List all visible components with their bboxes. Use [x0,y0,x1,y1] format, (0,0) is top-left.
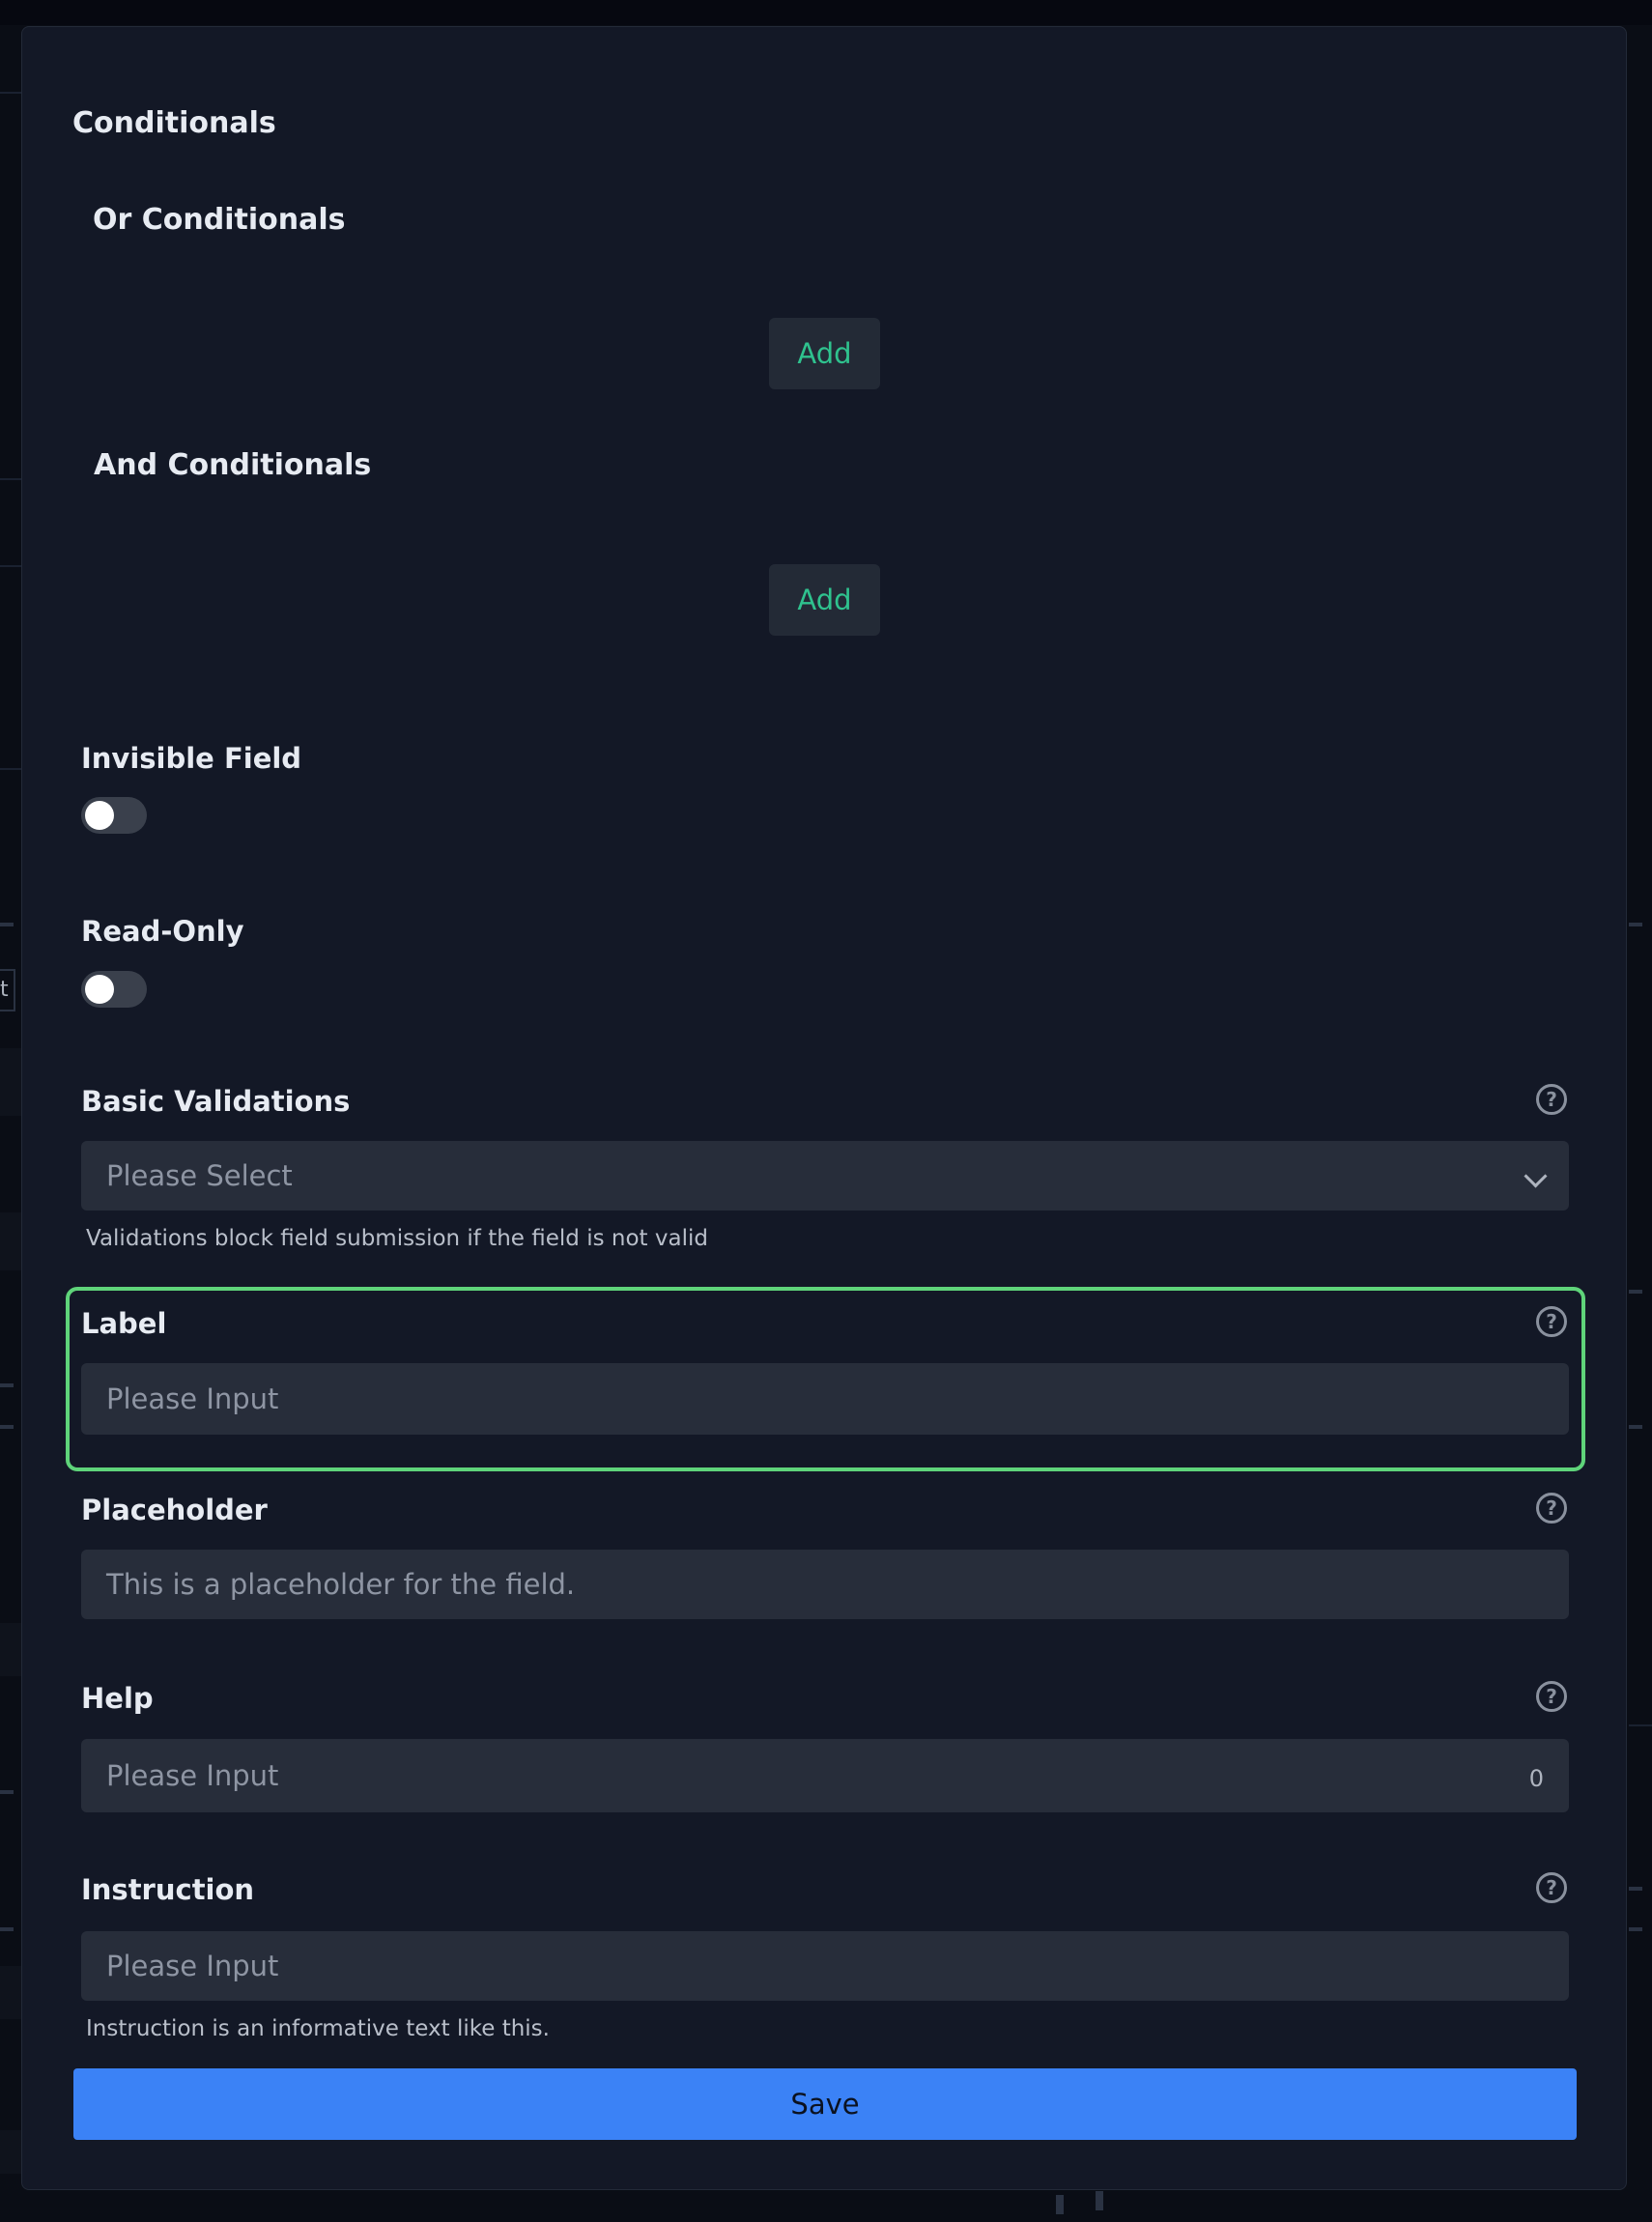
help-icon[interactable]: ? [1536,1872,1567,1903]
add-and-conditional-button[interactable]: Add [769,564,880,636]
help-icon[interactable]: ? [1536,1306,1567,1337]
background-fragment: t [0,969,15,1011]
placeholder-input-value: This is a placeholder for the field. [106,1568,576,1601]
label-input[interactable]: Please Input [81,1363,1569,1435]
instruction-input[interactable]: Please Input [81,1931,1569,2001]
label-field-label: Label [81,1307,167,1340]
or-conditionals-title: Or Conditionals [93,203,346,237]
instruction-field-label: Instruction [81,1873,255,1906]
field-settings-modal: Conditionals Or Conditionals Add And Con… [21,26,1627,2190]
basic-validations-select[interactable]: Please Select [81,1141,1569,1211]
save-button[interactable]: Save [73,2068,1577,2140]
basic-validations-label: Basic Validations [81,1085,351,1118]
help-input[interactable]: Please Input 0 [81,1739,1569,1812]
toggle-knob [85,975,114,1004]
read-only-toggle[interactable] [81,971,147,1008]
placeholder-field-label: Placeholder [81,1494,268,1526]
select-value: Please Select [106,1159,293,1192]
help-icon[interactable]: ? [1536,1681,1567,1712]
help-icon[interactable]: ? [1536,1493,1567,1524]
placeholder-input[interactable]: This is a placeholder for the field. [81,1550,1569,1619]
help-input-placeholder: Please Input [106,1759,279,1792]
conditionals-title: Conditionals [72,106,276,140]
character-counter: 0 [1528,1765,1544,1792]
toggle-knob [85,801,114,830]
add-or-conditional-button[interactable]: Add [769,318,880,389]
basic-validations-hint: Validations block field submission if th… [86,1226,708,1251]
help-field-label: Help [81,1682,154,1715]
instruction-input-placeholder: Please Input [106,1950,279,1982]
label-input-placeholder: Please Input [106,1382,279,1415]
and-conditionals-title: And Conditionals [94,448,372,482]
invisible-field-toggle[interactable] [81,797,147,834]
help-icon[interactable]: ? [1536,1084,1567,1115]
invisible-field-label: Invisible Field [81,742,302,775]
instruction-hint: Instruction is an informative text like … [86,2016,550,2041]
read-only-label: Read-Only [81,915,244,948]
chevron-down-icon [1524,1164,1548,1188]
